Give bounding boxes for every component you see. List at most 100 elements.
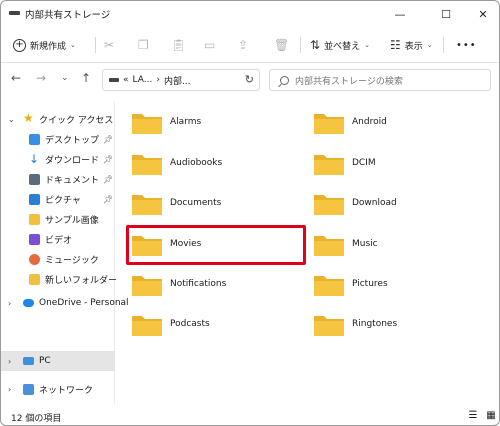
chevron-right-icon[interactable]: › [8,357,11,366]
sidebar-item-label: ネットワーク [39,385,94,396]
command-bar: + 新規作成 ⌄ ✂ ❐ 📋︎ ▭ ⇪ 🗑︎ ⇅ 並べ替え ⌄ ☷ 表示 ⌄ •… [1,27,499,63]
folder-label: Pictures [352,279,388,289]
folder-label: Download [352,198,397,208]
chevron-down-icon: ⌄ [70,41,76,49]
network-icon [23,383,34,395]
chevron-down-icon[interactable]: ⌄ [8,115,15,124]
sidebar-item-documents[interactable]: ドキュメント 📌︎ [1,169,115,189]
music-icon [29,253,40,265]
up-button[interactable]: ↑ [81,71,91,85]
video-icon [29,233,40,245]
sidebar-item-downloads[interactable]: ↓ ダウンロード 📌︎ [1,149,115,169]
folder-icon [132,276,162,296]
folder-label: Music [352,239,378,249]
breadcrumb-overflow[interactable]: « [123,75,129,85]
maximize-button[interactable]: ☐ [429,1,463,27]
share-icon: ⇪ [238,38,249,52]
back-button[interactable]: ← [11,71,21,85]
plus-icon: + [13,38,26,52]
breadcrumb-item[interactable]: 内部... [164,74,191,87]
delete-button[interactable]: 🗑︎ [274,35,289,55]
explorer-window: 内部共有ストレージ — ☐ ✕ + 新規作成 ⌄ ✂ ❐ 📋︎ ▭ ⇪ 🗑︎ ⇅… [0,0,500,426]
address-row: ← → ⌄ ↑ « LA... › 内部... ↻ 内部共有ストレージの検索 [1,63,499,97]
sidebar-item-label: サンプル画像 [45,215,99,226]
more-options-button[interactable]: ••• [456,35,477,55]
view-button[interactable]: ☷ 表示 ⌄ [390,35,433,55]
sidebar-item-quick-access[interactable]: ⌄ ★ クイック アクセス [1,109,115,129]
pin-icon: 📌︎ [103,174,114,184]
folder-label: Alarms [170,117,202,127]
folder-icon [314,195,344,215]
close-button[interactable]: ✕ [466,1,499,27]
tiles-icon: ▦ [486,410,496,421]
share-button[interactable]: ⇪ [238,35,248,55]
toolbar-separator [443,37,444,53]
cut-button[interactable]: ✂ [104,35,114,55]
sort-icon: ⇅ [310,38,321,52]
forward-button[interactable]: → [36,71,46,85]
folder-icon [314,155,344,175]
toolbar-separator [95,37,96,53]
large-icons-view-button[interactable]: ▦ [484,409,498,422]
sidebar-item-videos[interactable]: ビデオ [1,229,115,249]
pin-icon: 📌︎ [103,154,114,164]
chevron-down-icon: ⌄ [364,41,370,49]
chevron-right-icon[interactable]: › [8,385,11,394]
sidebar-item-pictures[interactable]: ピクチャ 📌︎ [1,189,115,209]
sidebar-item-label: PC [39,356,51,366]
folder-label: Android [352,117,387,127]
desktop-icon [29,133,40,145]
sort-label: 並べ替え [324,41,361,52]
sidebar-item-label: ドキュメント [45,175,100,186]
breadcrumb-item[interactable]: LA... [133,75,153,85]
folder-icon [132,155,162,175]
sidebar-item-label: ピクチャ [45,195,81,206]
folder-label: Documents [170,198,222,208]
list-icon: ☰ [468,410,478,421]
folder-icon [314,236,344,256]
title-bar: 内部共有ストレージ — ☐ ✕ [1,1,499,27]
search-input[interactable]: 内部共有ストレージの検索 [269,69,491,91]
folder-label: Movies [170,239,202,249]
folder-icon [132,236,162,256]
recent-locations-button[interactable]: ⌄ [61,73,69,83]
window-title: 内部共有ストレージ [25,10,111,21]
search-icon [280,75,289,85]
pictures-icon [29,193,40,205]
sidebar-item-label: デスクトップ [45,135,100,146]
folder-icon [132,195,162,215]
sort-button[interactable]: ⇅ 並べ替え ⌄ [310,35,370,55]
sidebar-item-desktop[interactable]: デスクトップ 📌︎ [1,129,115,149]
pin-icon: 📌︎ [103,134,114,144]
copy-icon: ❐ [138,38,149,52]
chevron-right-icon[interactable]: › [8,299,11,308]
sidebar-item-music[interactable]: ミュージック [1,249,115,269]
pin-icon: 📌︎ [103,194,114,204]
minimize-button[interactable]: — [383,1,417,27]
chevron-down-icon: ⌄ [426,41,433,49]
view-label: 表示 [404,41,423,52]
sidebar-item-onedrive[interactable]: › OneDrive - Personal [1,293,129,313]
paste-button[interactable]: 📋︎ [171,35,186,55]
trash-icon: 🗑︎ [274,38,290,52]
new-button[interactable]: + 新規作成 ⌄ [13,35,76,55]
sidebar-item-new-folder[interactable]: 新しいフォルダー [1,269,117,289]
paste-icon: 📋︎ [171,38,187,52]
sidebar-item-label: ミュージック [45,255,99,266]
drive-icon [9,11,20,15]
folder-icon [314,276,344,296]
sidebar-item-pc[interactable]: › PC [1,351,115,371]
folder-label: DCIM [352,158,376,168]
details-view-button[interactable]: ☰ [466,409,480,422]
refresh-icon[interactable]: ↻ [245,73,254,86]
address-bar[interactable]: « LA... › 内部... ↻ [102,69,260,91]
folder-label: Podcasts [170,319,210,329]
sidebar-item-network[interactable]: › ネットワーク [1,379,115,399]
folder-icon [132,114,162,134]
rename-icon: ▭ [204,38,216,52]
new-label: 新規作成 [30,41,67,52]
sidebar-item-sample-pictures[interactable]: サンプル画像 [1,209,115,229]
rename-button[interactable]: ▭ [204,35,215,55]
breadcrumb-separator: › [156,75,160,85]
copy-button[interactable]: ❐ [138,35,149,55]
